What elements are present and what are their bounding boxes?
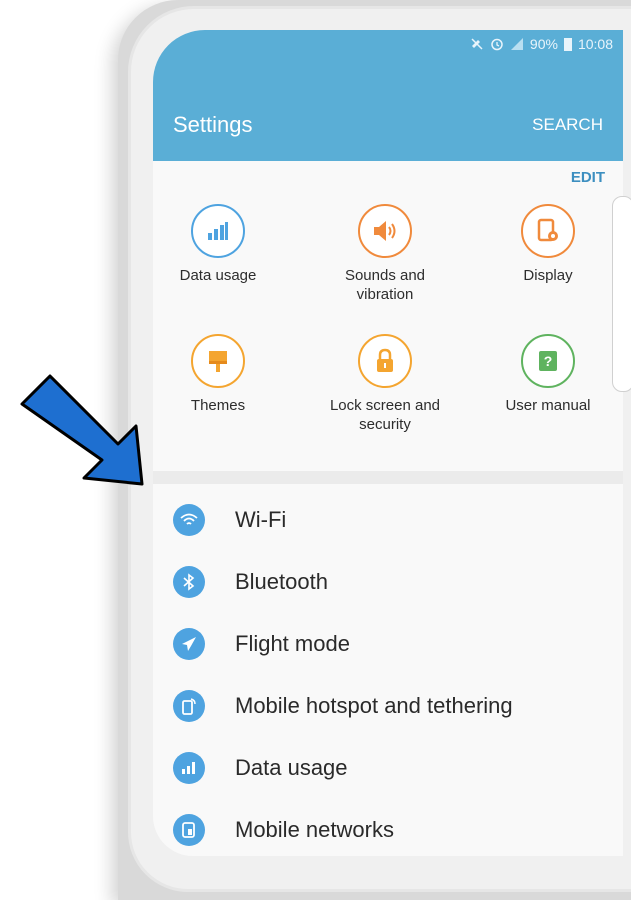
list-item-label: Mobile hotspot and tethering xyxy=(235,693,513,718)
quick-item-label: Themes xyxy=(190,397,246,414)
hotspot-icon xyxy=(173,690,205,722)
settings-screen: 90% 10:08 Settings SEARCH EDIT Data usag… xyxy=(153,30,623,856)
quick-item-label: User manual xyxy=(505,397,591,414)
list-item-label: Flight mode xyxy=(235,631,350,656)
quick-settings: EDIT Data usage Sounds and vibration Dis… xyxy=(153,161,623,471)
page-title: Settings xyxy=(173,112,253,137)
lock-icon xyxy=(358,334,412,388)
quick-item-label: Sounds and vibration xyxy=(344,267,426,303)
quick-item-themes[interactable]: Themes xyxy=(158,334,278,415)
status-icons: 90% 10:08 xyxy=(470,36,613,52)
list-item-label: Data usage xyxy=(235,755,348,780)
display-icon xyxy=(521,204,575,258)
signal-icon xyxy=(510,38,523,50)
svg-text:?: ? xyxy=(544,353,553,369)
list-item-wifi[interactable]: Wi-Fi xyxy=(153,489,623,551)
wifi-icon xyxy=(173,504,205,536)
mute-icon xyxy=(471,38,483,50)
quick-item-lock-screen[interactable]: Lock screen and security xyxy=(325,334,445,434)
list-item-hotspot[interactable]: Mobile hotspot and tethering xyxy=(153,675,623,737)
quick-item-user-manual[interactable]: ? User manual xyxy=(488,334,608,415)
list-item-label: Wi-Fi xyxy=(235,507,287,532)
user-manual-icon: ? xyxy=(521,334,575,388)
quick-item-data-usage[interactable]: Data usage xyxy=(158,204,278,285)
speaker-icon xyxy=(358,204,412,258)
next-page-peek xyxy=(612,196,631,392)
status-bar: 90% 10:08 xyxy=(153,30,623,60)
quick-item-display[interactable]: Display xyxy=(488,204,608,285)
list-item-flight-mode[interactable]: Flight mode xyxy=(153,613,623,675)
alarm-icon xyxy=(491,38,503,51)
settings-list: Wi-Fi Bluetooth Flight mode Mobile hotsp… xyxy=(153,484,623,856)
clock: 10:08 xyxy=(577,36,613,52)
quick-item-label: Data usage xyxy=(179,267,257,284)
battery-icon xyxy=(563,38,572,51)
edit-button[interactable]: EDIT xyxy=(571,169,605,186)
list-item-label: Mobile networks xyxy=(235,817,394,842)
pointer-arrow-icon xyxy=(20,374,144,486)
data-usage-icon xyxy=(191,204,245,258)
bluetooth-icon xyxy=(173,566,205,598)
list-item-mobile-networks[interactable]: Mobile networks xyxy=(153,799,623,856)
quick-item-label: Display xyxy=(523,267,573,284)
theme-brush-icon xyxy=(191,334,245,388)
list-item-label: Bluetooth xyxy=(235,569,328,594)
app-bar: Settings SEARCH xyxy=(153,60,623,161)
quick-item-label: Lock screen and security xyxy=(329,397,441,433)
section-divider xyxy=(153,471,623,484)
list-item-bluetooth[interactable]: Bluetooth xyxy=(153,551,623,613)
search-button[interactable]: SEARCH xyxy=(532,115,603,135)
quick-item-sounds[interactable]: Sounds and vibration xyxy=(325,204,445,304)
airplane-icon xyxy=(173,628,205,660)
data-usage-icon xyxy=(173,752,205,784)
list-item-data-usage[interactable]: Data usage xyxy=(153,737,623,799)
mobile-network-icon xyxy=(173,814,205,846)
battery-percent: 90% xyxy=(529,36,558,52)
